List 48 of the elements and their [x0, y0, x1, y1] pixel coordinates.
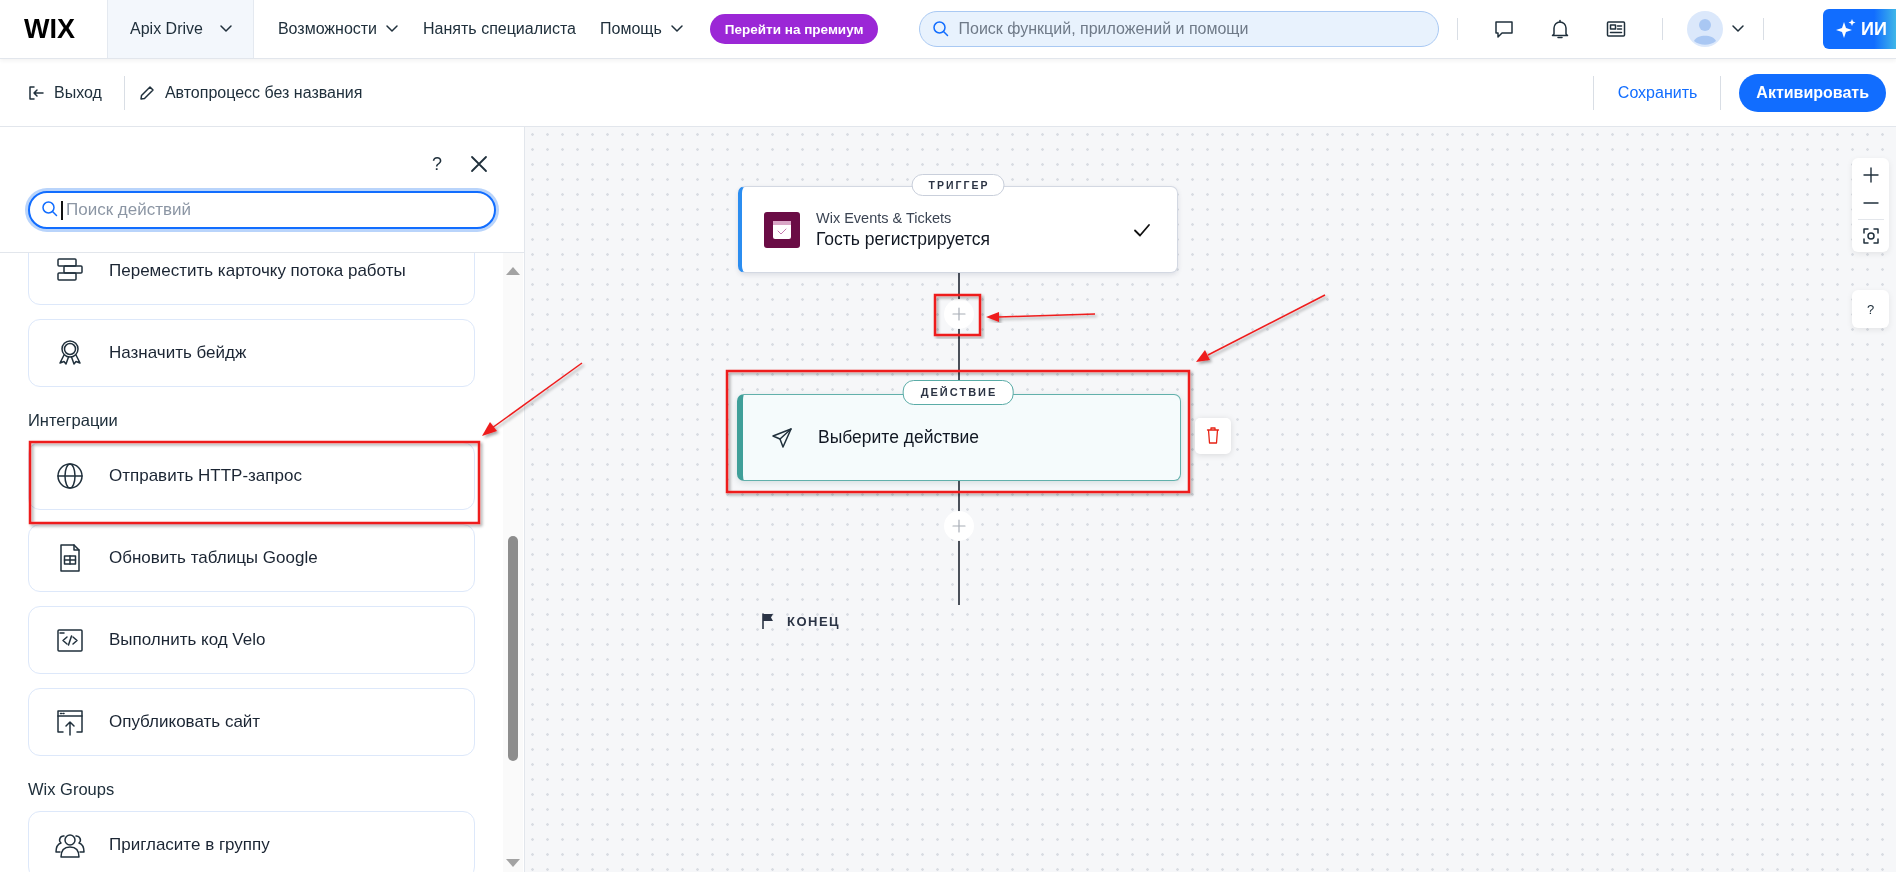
send-icon [770, 425, 794, 450]
search-field[interactable]: Поиск действий [28, 191, 496, 229]
help-button[interactable]: ? [1852, 290, 1889, 328]
nav-menu-item[interactable]: Нанять специалиста [423, 20, 576, 38]
action-card[interactable]: Пригласите в группу [28, 811, 475, 872]
exit-icon [28, 84, 44, 101]
section-heading: Wix Groups [28, 780, 116, 799]
news-icon[interactable] [1605, 18, 1628, 40]
search-icon [41, 200, 59, 218]
upgrade-button[interactable]: Перейти на премиум [709, 14, 879, 44]
delete-button[interactable] [1195, 418, 1231, 454]
close-icon[interactable] [470, 155, 488, 173]
search-icon [932, 20, 951, 38]
action-card[interactable]: Обновить таблицы Google [28, 524, 475, 592]
fit-view-icon[interactable] [1862, 228, 1879, 244]
section-heading: Интеграции [28, 411, 119, 430]
globe-icon [55, 461, 85, 491]
site-switcher[interactable]: Apix Drive [107, 0, 254, 58]
publish-icon [55, 707, 85, 737]
save-button[interactable]: Сохранить [1617, 83, 1698, 102]
step-badge: ДЕЙСТВИЕ [902, 380, 1014, 405]
chat-icon[interactable] [1493, 18, 1516, 40]
zoom-in-icon[interactable] [1862, 167, 1879, 183]
calendar-icon [764, 211, 800, 248]
nav-menu-item[interactable]: Помощь [600, 20, 684, 38]
exit-button[interactable]: Выход [28, 83, 102, 102]
nav-menu-item[interactable]: Возможности [277, 20, 400, 38]
activate-button[interactable]: Активировать [1739, 73, 1886, 112]
action-card[interactable]: Переместить карточку потока работы [28, 253, 475, 305]
trigger-name: Гость регистрируется [816, 228, 991, 250]
wix-logo[interactable]: WIX [0, 13, 107, 45]
end-label: КОНЕЦ [787, 613, 841, 629]
action-card[interactable]: Назначить бейдж [28, 319, 475, 387]
step-badge: ТРИГГЕР [911, 174, 1005, 196]
scrollbar-thumb[interactable] [508, 536, 518, 761]
app-name: Wix Events & Tickets [816, 209, 953, 226]
sparkle-icon [1835, 18, 1857, 40]
scrollbar[interactable] [503, 253, 523, 872]
flag-icon [761, 613, 775, 629]
help-button[interactable]: ? [432, 153, 442, 175]
workflow-title[interactable]: Автопроцесс без названия [138, 83, 363, 102]
search-field[interactable]: Поиск функций, приложений и помощи [919, 11, 1440, 47]
highlight-frame [933, 293, 982, 337]
pencil-icon [138, 84, 155, 101]
action-card[interactable]: Опубликовать сайт [28, 688, 475, 756]
ai-button[interactable]: ИИ [1823, 9, 1896, 49]
action-card[interactable]: Отправить HTTP-запрос [28, 442, 475, 510]
action-card[interactable]: Выполнить код Velo [28, 606, 475, 674]
